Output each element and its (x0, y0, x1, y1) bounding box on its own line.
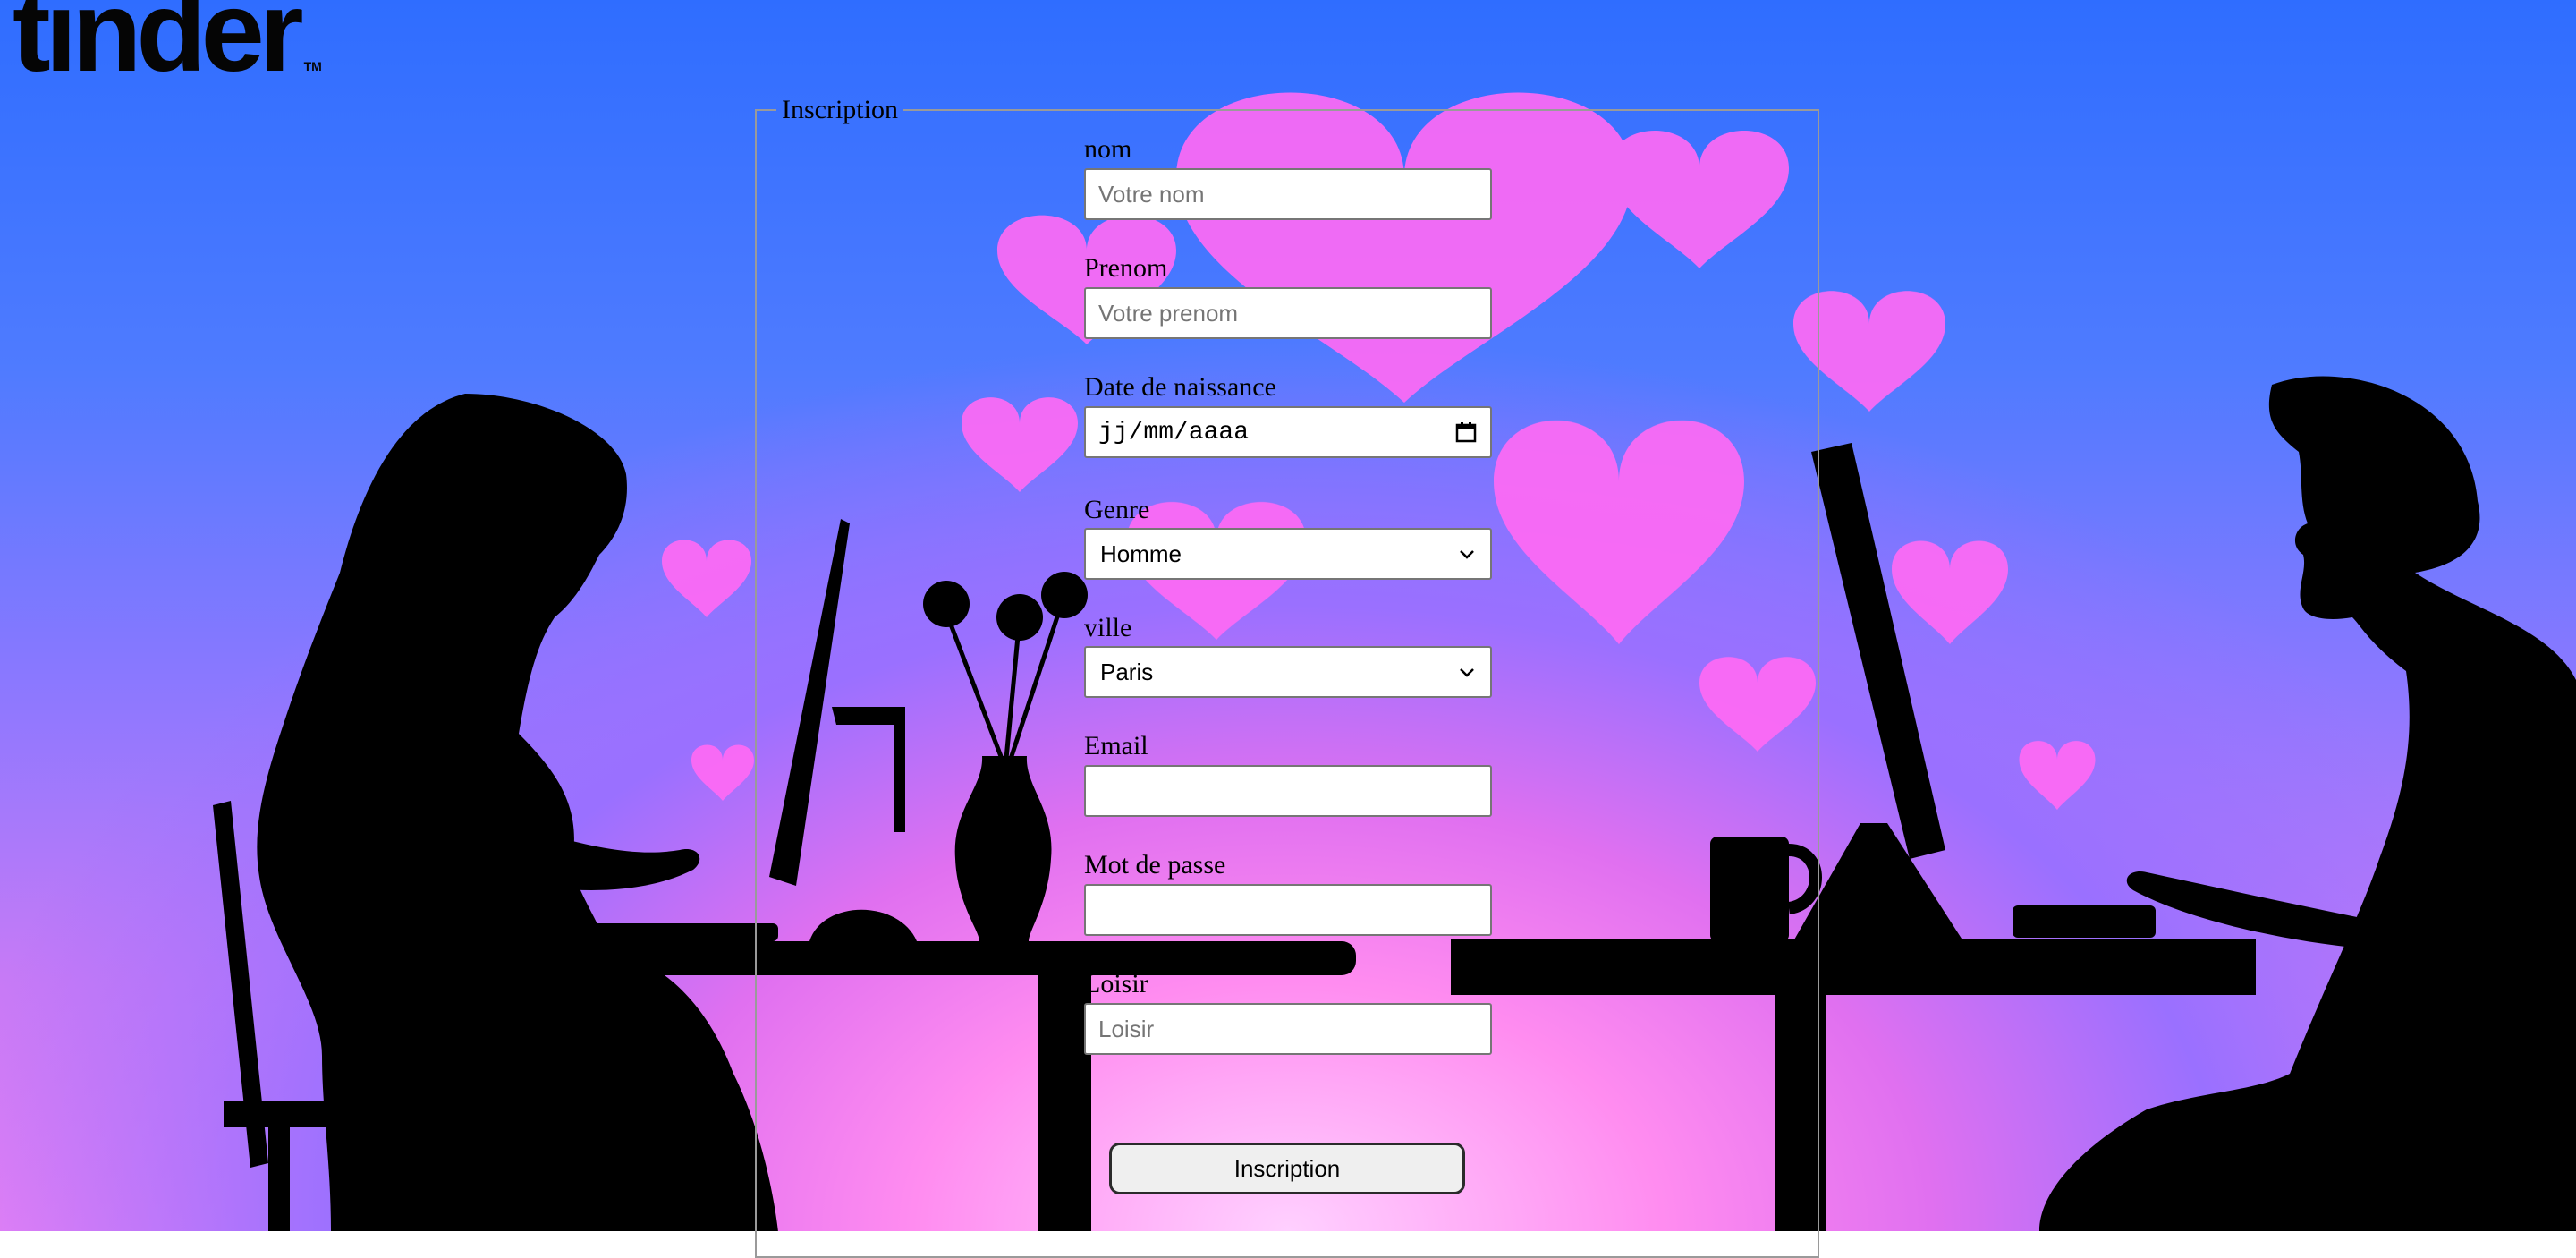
chevron-down-icon (1460, 668, 1474, 677)
keyboard-right (2012, 905, 2156, 938)
man-silhouette (2039, 376, 2576, 1231)
birthdate-input[interactable]: jj/mm/aaaa (1084, 406, 1492, 458)
email-field[interactable] (1084, 765, 1492, 817)
ville-label: ville (1084, 613, 1132, 642)
naissance-label: Date de naissance (1084, 372, 1276, 402)
genre-label: Genre (1084, 495, 1150, 524)
keyboard-left (590, 923, 778, 941)
password-field[interactable] (1084, 884, 1492, 936)
chair-leg (268, 1118, 290, 1231)
genre-value: Homme (1100, 540, 1182, 567)
ville-value: Paris (1100, 658, 1154, 685)
heart-shape (1892, 540, 2008, 644)
chevron-down-icon (1460, 550, 1474, 559)
heart-shape (2019, 741, 2096, 810)
fieldset-legend: Inscription (782, 95, 898, 124)
woman-arm (505, 823, 700, 890)
inscription-button[interactable]: Inscription (1109, 1143, 1465, 1194)
prenom-input[interactable] (1084, 287, 1492, 339)
heart-shape (691, 744, 754, 801)
man-arm (2126, 871, 2379, 948)
monitor-right (1811, 443, 1945, 859)
genre-select[interactable]: Homme (1084, 528, 1492, 580)
ville-select[interactable]: Paris (1084, 646, 1492, 698)
nom-label: nom (1084, 134, 1132, 164)
loisir-input[interactable] (1084, 1003, 1492, 1055)
date-value: jj/mm/aaaa (1098, 418, 1250, 446)
email-label: Email (1084, 731, 1148, 761)
tinder-logo: tinder TM (13, 0, 322, 96)
password-label: Mot de passe (1084, 850, 1226, 880)
calendar-icon[interactable] (1454, 421, 1478, 444)
prenom-label: Prenom (1084, 253, 1168, 283)
nom-input[interactable] (1084, 168, 1492, 220)
heart-shape (662, 540, 751, 617)
loisir-label: Loisir (1084, 969, 1148, 999)
